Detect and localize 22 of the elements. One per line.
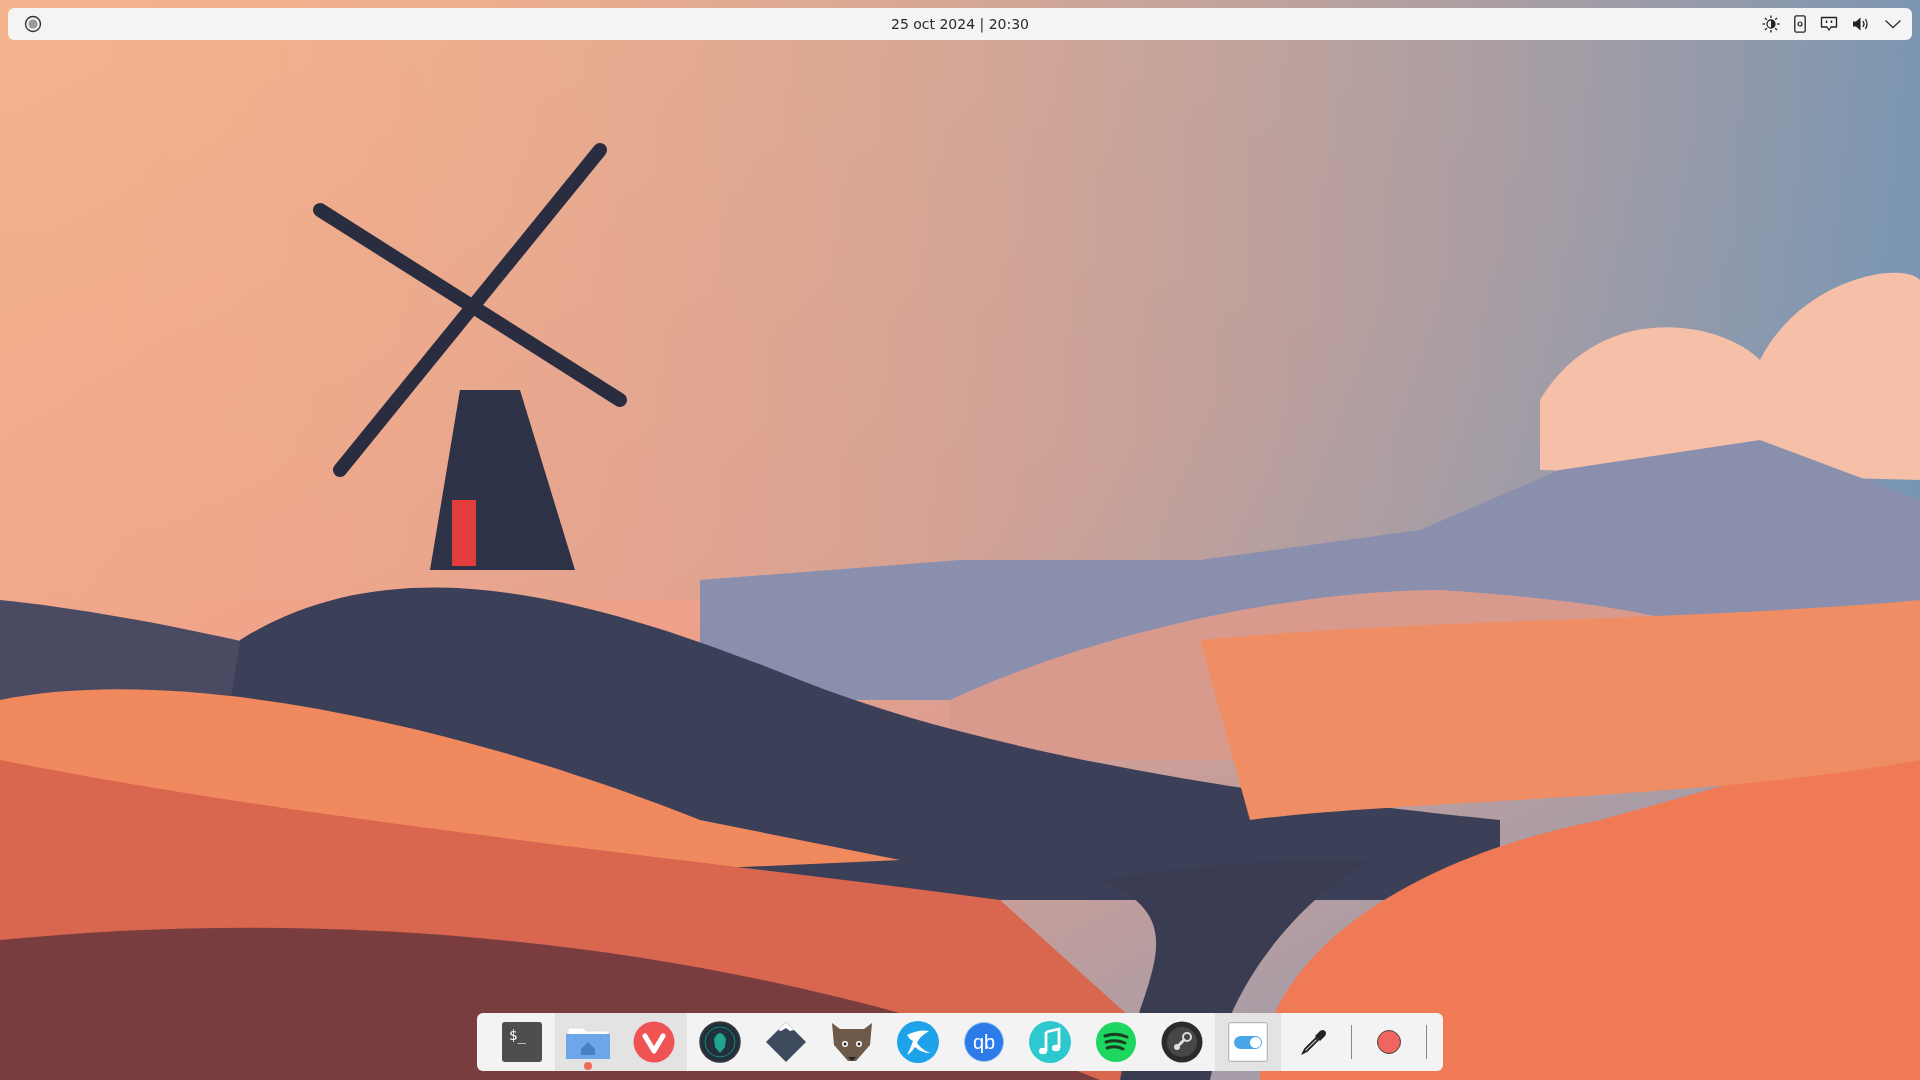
chevron-down-icon[interactable] (1884, 18, 1902, 30)
volume-icon[interactable] (1852, 16, 1870, 32)
music-note-icon (1029, 1021, 1071, 1063)
clock[interactable]: 25 oct 2024 | 20:30 (890, 16, 1030, 32)
qbittorrent-icon: qb (964, 1022, 1004, 1062)
activities-icon[interactable] (24, 15, 42, 33)
swirl-icon (897, 1021, 939, 1063)
chat-icon[interactable] (1820, 16, 1838, 32)
spotify-icon (1096, 1022, 1136, 1062)
eyedropper-icon (1301, 1029, 1327, 1055)
record-icon (1376, 1029, 1402, 1055)
toggle-icon (1228, 1022, 1268, 1062)
animal-face-icon (830, 1021, 874, 1063)
mountain-icon (764, 1020, 808, 1064)
phone-icon[interactable] (1794, 15, 1806, 33)
dock-item[interactable]: $_ (489, 1013, 555, 1071)
kraken-icon (699, 1021, 741, 1063)
terminal-icon: $_ (502, 1022, 542, 1062)
steam-icon (1161, 1021, 1203, 1063)
vivaldi-icon (633, 1021, 675, 1063)
dock-item[interactable]: qb (951, 1013, 1017, 1071)
brightness-icon[interactable] (1762, 15, 1780, 33)
